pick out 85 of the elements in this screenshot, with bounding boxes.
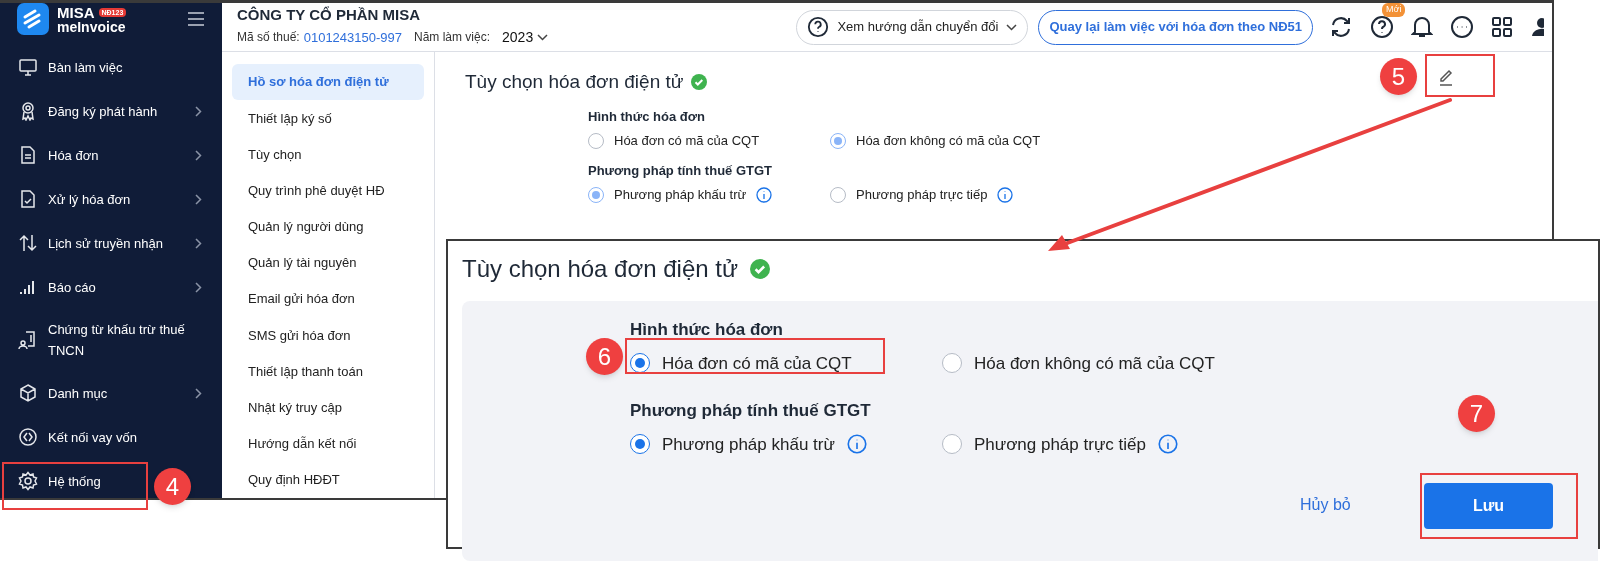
apps-icon[interactable] [1491, 16, 1513, 38]
option-label[interactable]: Hóa đơn có mã của CQT [662, 350, 852, 376]
help-icon[interactable] [1370, 15, 1394, 39]
tax-number: 0101243150-997 [303, 28, 403, 47]
option-label[interactable]: Phương pháp trực tiếp [856, 185, 988, 205]
document-icon [18, 145, 38, 165]
radio-button[interactable] [630, 434, 650, 455]
submenu-item[interactable]: SMS gửi hóa đơn [232, 317, 424, 354]
chevron-icon [195, 281, 202, 293]
option-label[interactable]: Hóa đơn không có mã của CQT [974, 350, 1215, 376]
chevron-icon [195, 387, 202, 399]
option-label[interactable]: Phương pháp khấu trừ [662, 431, 835, 457]
group-label: Hình thức hóa đơn [630, 319, 783, 341]
tax-label: Mã số thuế: [237, 29, 300, 47]
submenu-item[interactable]: Quy trình phê duyệt HĐ [232, 172, 424, 209]
submenu-item[interactable]: Quản lý tài nguyên [232, 244, 424, 282]
radio-button[interactable] [630, 353, 650, 374]
check-icon [750, 259, 770, 279]
submenu-item[interactable]: Tùy chọn [232, 136, 424, 173]
radio-button[interactable] [588, 132, 604, 149]
check-icon [691, 74, 708, 91]
radio-button[interactable] [942, 353, 962, 374]
logo-icon [17, 3, 49, 35]
info-icon[interactable] [756, 186, 773, 203]
info-icon[interactable] [997, 186, 1014, 203]
group-label: Phương pháp tính thuế GTGT [630, 400, 871, 422]
chevron-icon [195, 237, 202, 249]
box-icon [18, 383, 38, 403]
submenu-item[interactable]: Thiết lập thanh toán [232, 353, 424, 390]
chevron-down-icon [537, 33, 549, 41]
bell-icon[interactable] [1411, 15, 1433, 39]
sidebar-item[interactable]: Báo cáo [48, 276, 96, 298]
highlight-box [1425, 54, 1495, 97]
submenu-item[interactable]: Email gửi hóa đơn [232, 281, 424, 318]
info-icon[interactable] [1157, 434, 1178, 455]
radio-button[interactable] [588, 186, 604, 203]
submenu-item[interactable]: Hồ sơ hóa đơn điện tử [232, 64, 424, 101]
settings-icon [18, 471, 38, 491]
info-icon[interactable] [846, 434, 867, 455]
option-label[interactable]: Hóa đơn có mã của CQT [614, 131, 760, 151]
link-icon [18, 427, 38, 447]
menu-icon[interactable] [187, 12, 205, 26]
option-label[interactable]: Phương pháp khấu trừ [614, 185, 747, 205]
chevron-icon [195, 149, 202, 161]
monitor-icon [18, 57, 38, 77]
radio-button[interactable] [942, 434, 962, 455]
sidebar-item[interactable]: Xử lý hóa đơn [48, 188, 131, 210]
sidebar-item[interactable]: Bàn làm việc [48, 56, 123, 78]
radio-button[interactable] [830, 186, 846, 203]
submenu-item[interactable]: Quản lý người dùng [232, 208, 424, 245]
sidebar-item[interactable]: Danh mục [48, 382, 108, 404]
submenu-item[interactable]: Quy định HĐĐT [232, 461, 424, 498]
transfer-icon [18, 233, 38, 253]
section-title: Tùy chọn hóa đơn điện tử [465, 70, 684, 94]
sidebar-item[interactable]: Đăng ký phát hành [48, 100, 158, 122]
group-label: Hình thức hóa đơn [588, 107, 705, 126]
chevron-icon [195, 105, 202, 117]
more-icon[interactable] [1450, 15, 1474, 39]
document-check-icon [18, 189, 38, 209]
refresh-icon[interactable] [1329, 15, 1353, 39]
save-button[interactable]: Lưu [1424, 483, 1553, 529]
chevron-down-icon [1006, 23, 1018, 31]
radio-button[interactable] [830, 132, 846, 149]
submenu-item[interactable]: Hướng dẫn kết nối [232, 425, 424, 462]
submenu-item[interactable]: Thiết lập ký số [232, 100, 424, 137]
sidebar-item[interactable]: Lịch sử truyền nhận [48, 232, 163, 254]
new-badge: Mới [1382, 3, 1406, 17]
option-label[interactable]: Hóa đơn không có mã của CQT [856, 131, 1041, 151]
year-dropdown[interactable]: 2023 [502, 26, 549, 48]
help-icon [807, 16, 830, 38]
user-icon[interactable] [1530, 16, 1544, 38]
option-label[interactable]: Phương pháp trực tiếp [974, 431, 1146, 457]
logo-text: meInvoice [57, 19, 127, 34]
company-name: CÔNG TY CỔ PHẦN MISA [237, 6, 422, 25]
submenu-item[interactable]: Nhật ký truy cập [232, 389, 424, 426]
year-label: Năm làm việc: [414, 29, 491, 47]
chevron-icon [195, 193, 202, 205]
sidebar-item[interactable]: Chứng từ khấu trừ thuế TNCN [48, 319, 188, 361]
logo-text: MISA [57, 4, 95, 20]
section-title: Tùy chọn hóa đơn điện tử [462, 254, 738, 284]
sidebar-item[interactable]: Hóa đơn [48, 144, 99, 166]
group-label: Phương pháp tính thuế GTGT [588, 161, 773, 180]
sidebar-item[interactable]: Kết nối vay vốn [48, 426, 137, 448]
cancel-link[interactable]: Hủy bỏ [1300, 493, 1351, 517]
sidebar-item[interactable]: Hệ thống [48, 470, 101, 492]
